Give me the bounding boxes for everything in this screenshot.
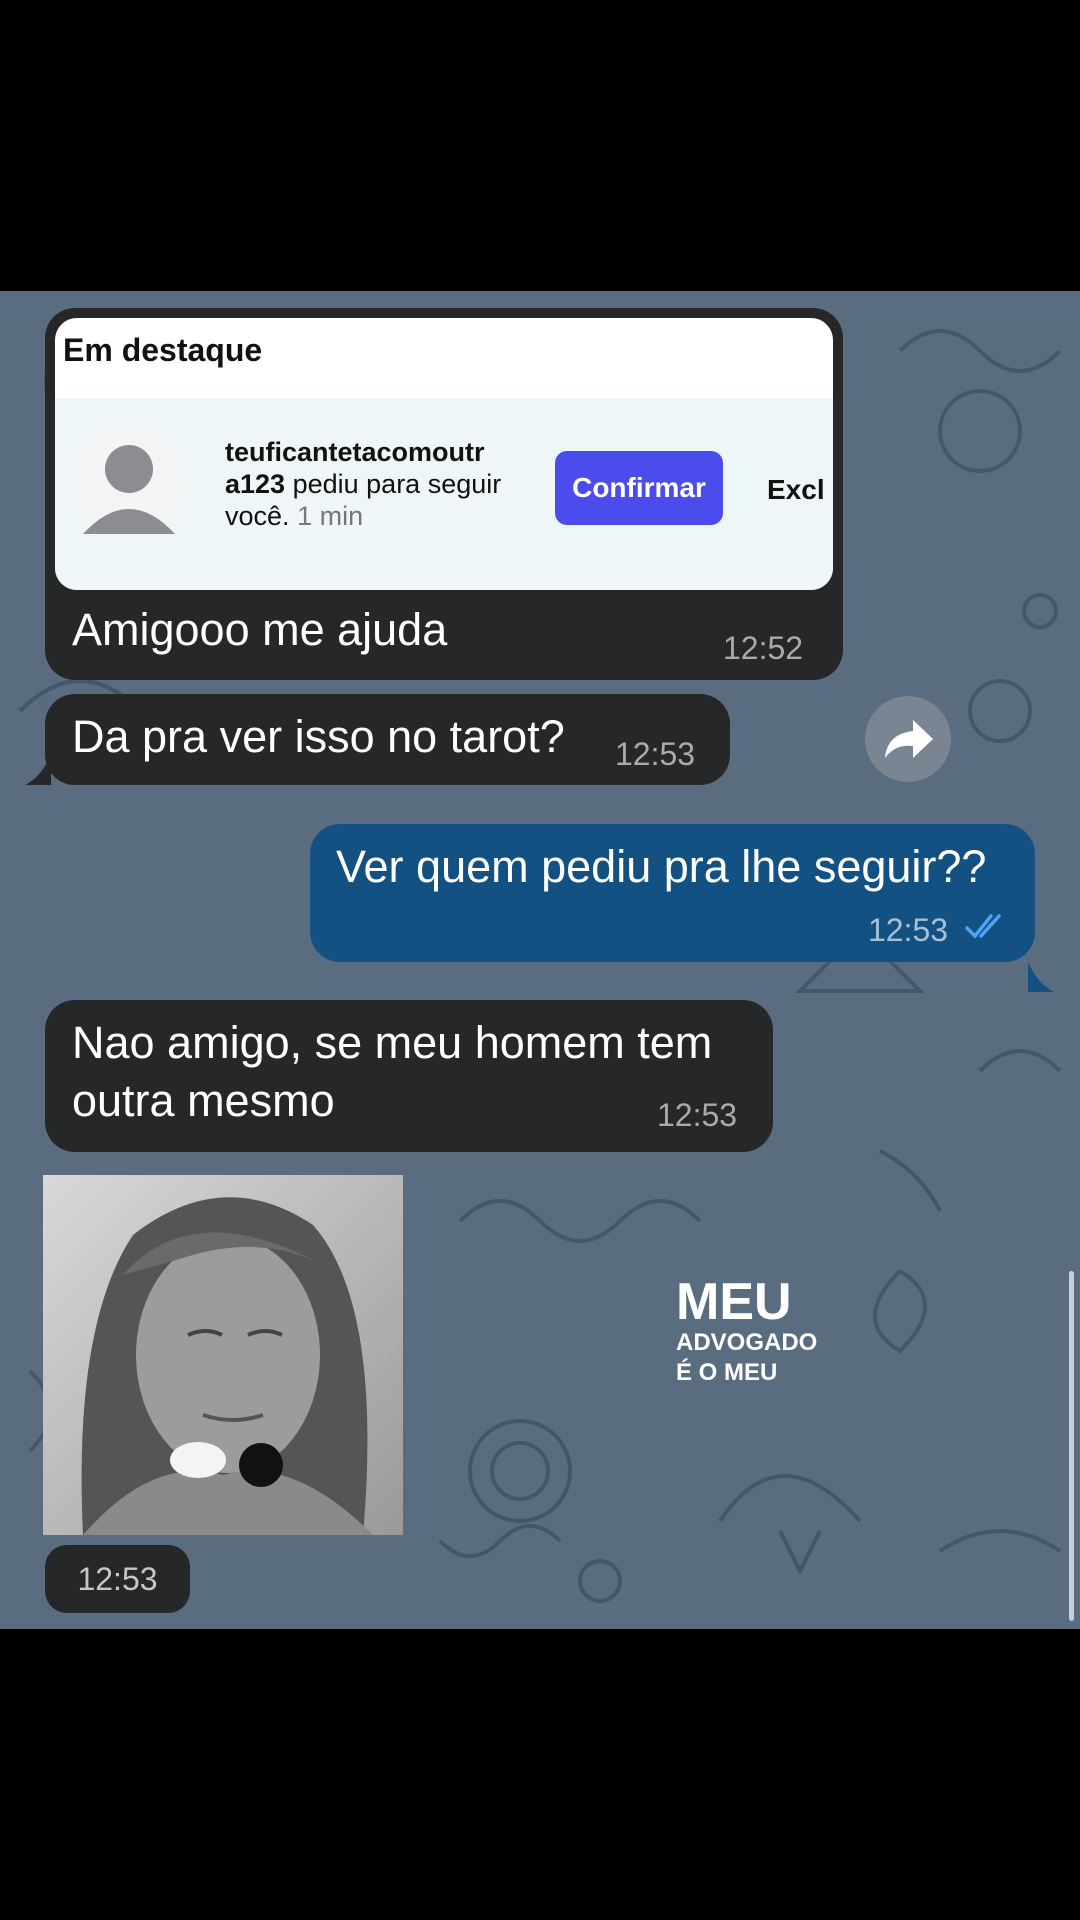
message-text: Amigooo me ajuda [72, 604, 448, 655]
message-bubble-outgoing[interactable]: Ver quem pediu pra lhe seguir?? 12:53 [310, 824, 1035, 962]
delete-button-partial: Excl [767, 474, 825, 505]
message-time: 12:53 [615, 736, 696, 772]
scrollbar[interactable] [1069, 1271, 1074, 1621]
message-bubble[interactable]: Da pra ver isso no tarot? 12:53 [45, 694, 730, 785]
message-bubble[interactable]: Em destaque teuficantetacomoutr a123 ped… [45, 308, 843, 680]
notification-time: 1 min [297, 501, 364, 531]
portrait-photo [43, 1175, 403, 1535]
photo-message[interactable] [43, 1175, 403, 1535]
confirm-button: Confirmar [555, 451, 723, 525]
watermark-line-2: ADVOGADO [676, 1329, 818, 1356]
message-time: 12:53 [657, 1097, 738, 1133]
message-text: Nao amigo, se meu homem tem outra mesmo [72, 1017, 713, 1126]
double-check-icon [965, 914, 1001, 939]
notification-text: teuficantetacomoutr a123 pediu para segu… [225, 436, 545, 532]
message-time: 12:52 [723, 630, 804, 666]
message-text: Da pra ver isso no tarot? [72, 711, 565, 762]
avatar-placeholder-icon [71, 426, 187, 542]
screenshot-attachment[interactable]: Em destaque teuficantetacomoutr a123 ped… [55, 318, 833, 590]
message-bubble[interactable]: Nao amigo, se meu homem tem outra mesmo … [45, 1000, 773, 1152]
watermark-line-1: MEU [676, 1273, 792, 1331]
forward-arrow-icon [885, 720, 933, 758]
message-text: Ver quem pediu pra lhe seguir?? [336, 841, 987, 892]
forward-button[interactable] [865, 696, 951, 782]
message-time: 12:53 [868, 912, 949, 948]
bubble-tail [1028, 962, 1054, 992]
watermark-line-3: É O MEU [676, 1359, 778, 1386]
card-title: Em destaque [63, 332, 263, 368]
watermark: MEU ADVOGADO É O MEU [676, 1276, 817, 1388]
photo-time: 12:53 [45, 1545, 190, 1613]
